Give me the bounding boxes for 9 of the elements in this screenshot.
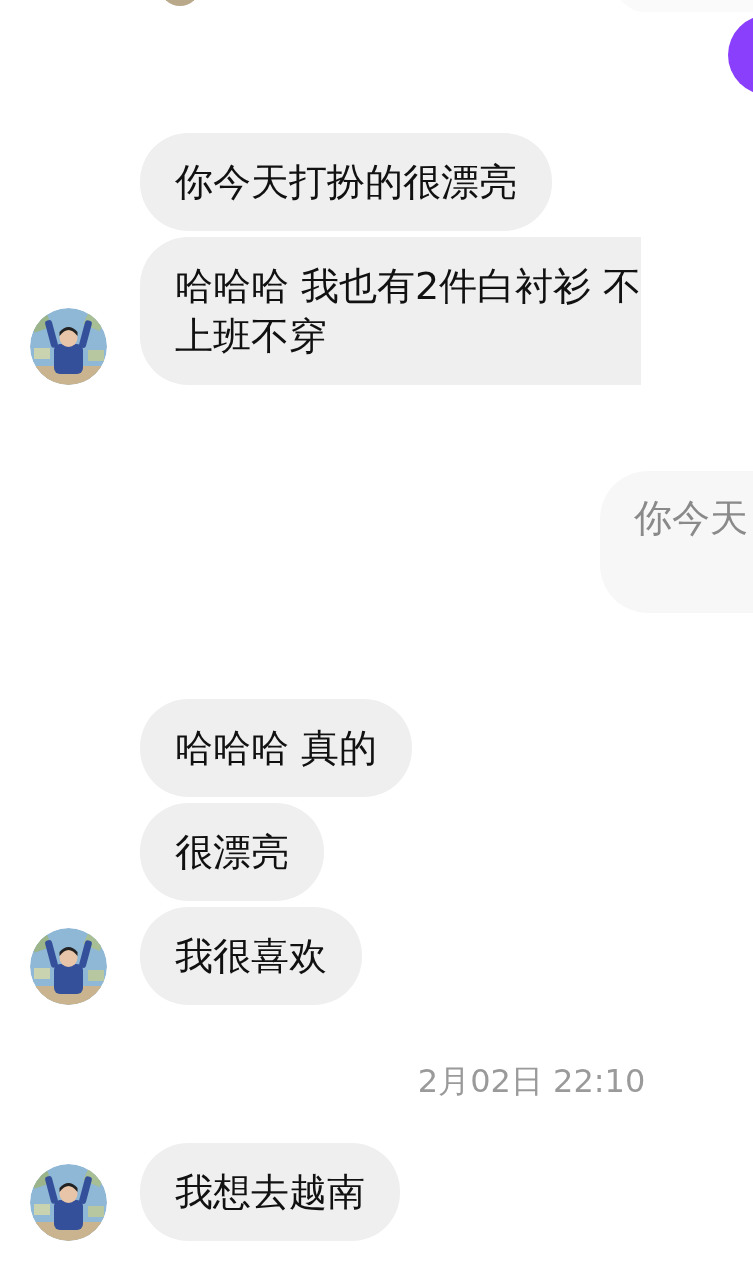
message-text: 上班不穿 (175, 313, 328, 360)
message-text: 哈哈哈 我也有2件白衬衫 不 (175, 263, 642, 310)
message-text: 你今天打扮的很漂亮 (175, 159, 517, 206)
message-text: 哈哈哈 真的 (175, 725, 378, 772)
message-text: 很漂亮 (175, 829, 289, 876)
timestamp: 2月02日 22:10 (417, 1063, 646, 1099)
message-text: 我想去越南 (175, 1169, 365, 1216)
message-text: 我很喜欢 (175, 933, 327, 980)
message-text: 你今天 (634, 495, 748, 542)
